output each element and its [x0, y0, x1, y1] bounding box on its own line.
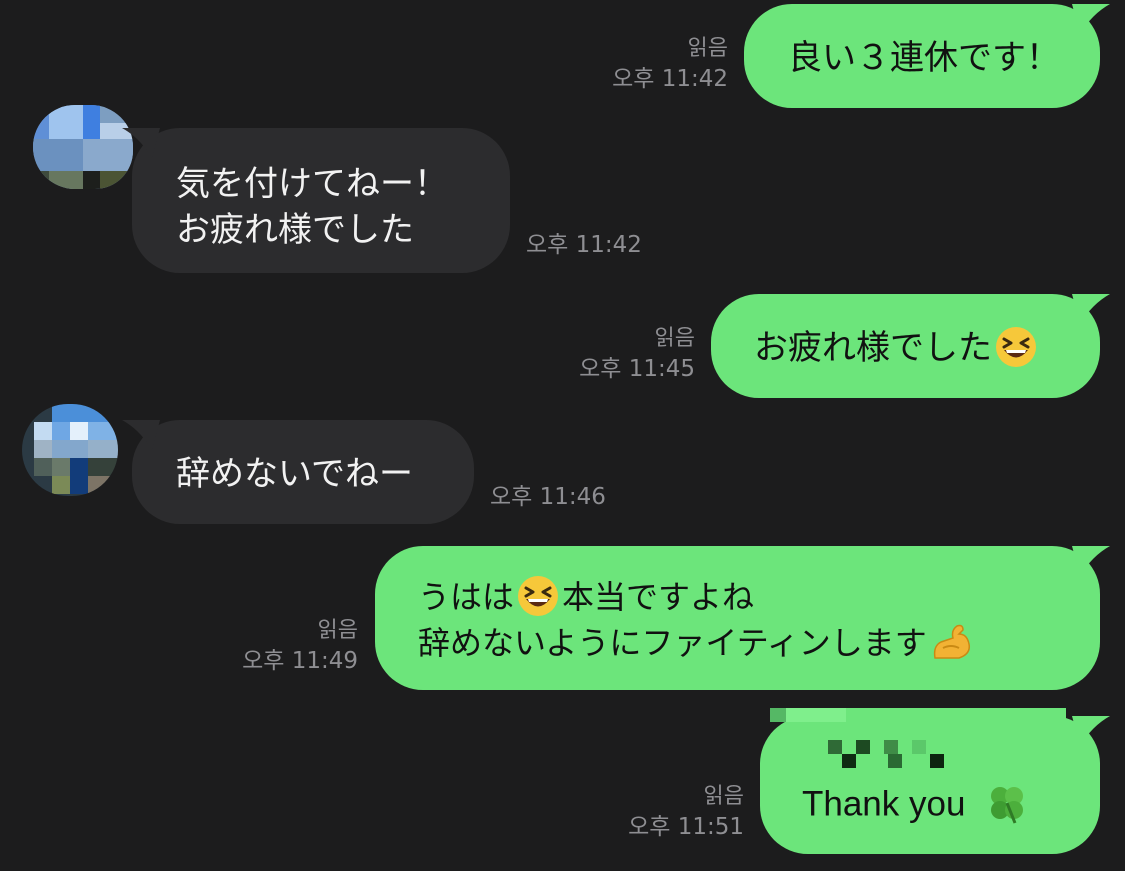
contact-avatar[interactable]	[33, 105, 133, 189]
grinning-squinting-face-icon	[996, 326, 1036, 367]
avatar-pixel	[88, 458, 118, 476]
bubble-tail	[1072, 294, 1110, 324]
blur-pixel	[770, 708, 786, 722]
message-meta: 읽음 오후 11:45	[527, 324, 695, 384]
avatar-pixel	[49, 171, 83, 189]
blur-pixel	[786, 708, 846, 722]
avatar-pixel	[34, 422, 52, 440]
message-text: Thank you	[802, 784, 1031, 828]
message-text-fragment: 本当ですよね	[562, 578, 755, 616]
message-time: 오후 11:49	[242, 648, 358, 674]
message-text-line-1: 気を付けてねー！	[176, 164, 448, 204]
read-receipt: 읽음	[687, 36, 728, 61]
read-receipt: 읽음	[703, 784, 744, 809]
blurred-content	[770, 708, 1070, 778]
blur-pixel	[888, 754, 902, 768]
avatar-pixel	[52, 458, 70, 476]
blur-pixel	[828, 740, 842, 754]
bubble-tail	[1072, 546, 1110, 576]
avatar-pixel	[88, 422, 118, 440]
grinning-squinting-face-icon	[518, 576, 559, 616]
flexed-biceps-icon	[933, 624, 970, 659]
avatar-pixel	[49, 105, 83, 139]
message-time: 오후 11:46	[490, 484, 606, 510]
avatar-pixel	[52, 476, 70, 494]
avatar-pixel	[83, 105, 100, 139]
contact-avatar[interactable]	[22, 404, 118, 496]
blur-pixel	[842, 754, 856, 768]
message-text-line-2: 辞めないようにファイティンします	[418, 618, 975, 667]
bubble-tail	[1072, 4, 1110, 34]
message-meta: 읽음 오후 11:42	[560, 34, 728, 94]
message-text: お疲れ様でした	[754, 320, 1040, 372]
avatar-pixel	[33, 105, 49, 139]
blur-pixel	[930, 754, 944, 768]
blur-pixel	[884, 740, 898, 754]
message-text-line-1: うはは 本当ですよね	[418, 572, 754, 621]
message-text-content: お疲れ様でした	[754, 328, 992, 368]
message-time: 오후 11:45	[579, 356, 695, 382]
message-meta: 오후 11:42	[526, 230, 642, 260]
message-time: 오후 11:51	[628, 814, 744, 840]
message-time: 오후 11:42	[526, 232, 642, 258]
message-time: 오후 11:42	[612, 66, 728, 92]
bubble-tail	[1072, 716, 1110, 746]
avatar-pixel	[88, 440, 118, 458]
avatar-pixel	[70, 422, 88, 440]
blur-pixel	[856, 740, 870, 754]
avatar-pixel	[100, 171, 133, 189]
bubble-tail	[122, 420, 160, 450]
blur-pixel	[846, 708, 1066, 722]
four-leaf-clover-icon	[991, 787, 1024, 824]
avatar-pixel	[33, 139, 83, 171]
read-receipt: 읽음	[317, 618, 358, 643]
message-text-fragment: うはは	[418, 578, 515, 616]
blur-pixel	[912, 740, 926, 754]
avatar-pixel	[34, 458, 52, 476]
message-meta: 오후 11:46	[490, 482, 606, 512]
avatar-pixel	[52, 440, 88, 458]
message-text-content: Thank you	[802, 784, 966, 824]
message-text-line-2: お疲れ様でした	[176, 210, 414, 250]
avatar-pixel	[83, 171, 100, 189]
message-meta: 읽음 오후 11:49	[190, 616, 358, 676]
avatar-pixel	[52, 404, 118, 424]
message-meta: 읽음 오후 11:51	[576, 782, 744, 842]
avatar-pixel	[34, 440, 52, 458]
avatar-pixel	[52, 422, 70, 440]
read-receipt: 읽음	[654, 326, 695, 351]
avatar-pixel	[88, 476, 118, 494]
bubble-tail	[122, 128, 160, 158]
avatar-pixel	[70, 458, 88, 494]
message-text-fragment: 辞めないようにファイティンします	[418, 624, 927, 662]
avatar-pixel	[33, 171, 49, 189]
message-text: 辞めないでねー	[176, 454, 413, 494]
message-text: 良い３連休です！	[788, 38, 1060, 78]
